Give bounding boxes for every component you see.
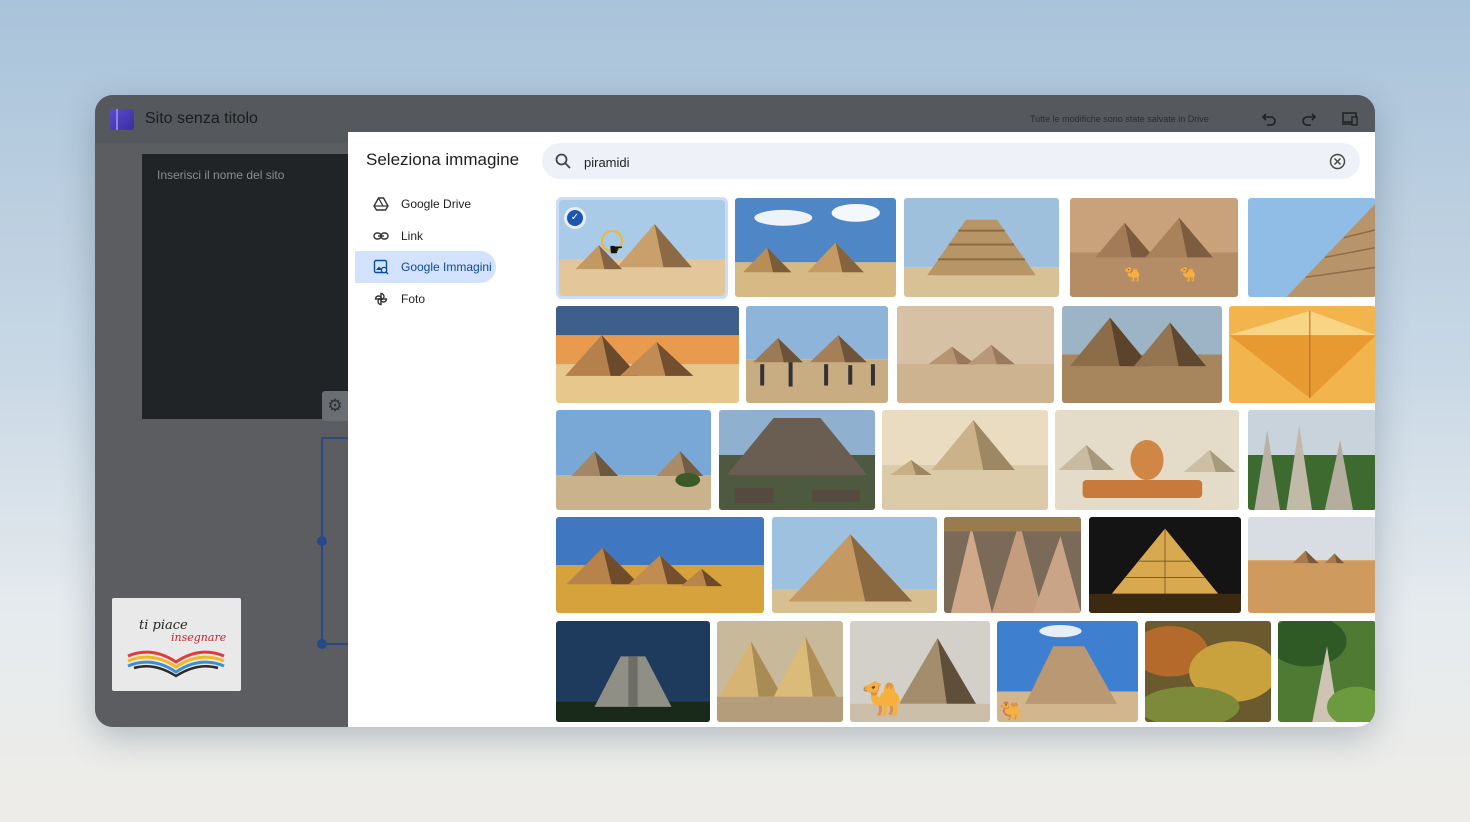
saved-status: Tutte le modifiche sono state salvate in… [1030, 114, 1209, 124]
image-result-rocky[interactable] [1062, 306, 1222, 403]
sites-logo-icon [110, 109, 134, 130]
redo-icon[interactable] [1297, 107, 1321, 131]
link-icon [373, 232, 389, 240]
image-result-closeup[interactable] [1248, 198, 1375, 297]
resize-handle[interactable] [317, 536, 327, 546]
svg-text:🐪: 🐪 [1124, 266, 1141, 282]
image-result-sand2[interactable] [717, 621, 843, 722]
preview-devices-icon[interactable] [1338, 107, 1362, 131]
site-name-placeholder[interactable]: Inserisci il nome del sito [157, 168, 284, 182]
source-label: Google Drive [401, 197, 472, 211]
select-image-dialog: Seleziona immagine Google Drive [348, 132, 1375, 727]
image-result-sepia[interactable]: 🐪 🐪 [1070, 198, 1238, 297]
image-result-autumn[interactable] [1145, 621, 1271, 722]
image-result-tourists[interactable] [746, 306, 888, 403]
image-result-desert[interactable] [556, 517, 764, 613]
image-result-pillars[interactable] [944, 517, 1081, 613]
editor-canvas: Inserisci il nome del sito ⚙ ti piace in… [95, 143, 348, 727]
image-result-pale[interactable] [882, 410, 1048, 510]
image-result-blue[interactable]: 🐫 [997, 621, 1138, 722]
search-input[interactable] [582, 151, 1286, 173]
image-result-green[interactable] [1278, 621, 1375, 722]
image-results-grid: ✓ ☛ 🐪 🐪 🐪 🐫 [556, 195, 1375, 727]
image-result-sphinx[interactable] [1055, 410, 1239, 510]
site-title[interactable]: Sito senza titolo [145, 110, 258, 128]
search-icon [555, 153, 571, 169]
image-result-teo[interactable] [719, 410, 875, 510]
source-photos[interactable]: Foto [355, 283, 495, 315]
image-result-sunset[interactable] [556, 306, 739, 403]
image-result-clouds[interactable] [735, 198, 896, 297]
clear-icon[interactable] [1329, 153, 1346, 170]
source-google-images[interactable]: Google Immagini [355, 251, 496, 283]
source-google-drive[interactable]: Google Drive [355, 188, 495, 220]
image-result-camel[interactable]: 🐪 [850, 621, 990, 722]
image-result-dunes[interactable] [1248, 517, 1375, 613]
pointer-cursor-icon: ☛ [609, 242, 624, 259]
open-book-icon [127, 650, 225, 678]
image-result-mayan[interactable] [556, 621, 710, 722]
site-header-area[interactable]: Inserisci il nome del sito [142, 154, 348, 419]
svg-text:🐪: 🐪 [1179, 266, 1196, 282]
gear-icon[interactable]: ⚙ [322, 391, 348, 421]
undo-icon[interactable] [1257, 107, 1281, 131]
image-result-giza[interactable]: ✓ ☛ [556, 197, 728, 299]
drive-icon [373, 197, 389, 211]
image-result-louvre[interactable] [1089, 517, 1241, 613]
ti-piace-insegnare-logo: ti piace insegnare [112, 598, 241, 691]
dialog-title: Seleziona immagine [366, 150, 520, 169]
image-result-pair[interactable] [556, 410, 711, 510]
image-result-single[interactable] [772, 517, 937, 613]
source-label: Link [401, 229, 424, 243]
selected-check-icon: ✓ [564, 207, 586, 229]
logo-text: insegnare [171, 631, 227, 644]
photos-icon [374, 292, 388, 306]
search-bar[interactable] [542, 143, 1360, 179]
image-result-golden[interactable] [1229, 306, 1375, 403]
svg-text:🐪: 🐪 [861, 680, 903, 718]
source-label: Google Immagini [401, 260, 492, 274]
svg-text:🐫: 🐫 [1000, 701, 1022, 721]
resize-handle[interactable] [317, 639, 327, 649]
source-link[interactable]: Link [355, 220, 495, 252]
sites-editor-window: Sito senza titolo Tutte le modifiche son… [95, 95, 1375, 727]
image-result-forest[interactable] [1248, 410, 1375, 510]
image-search-icon [373, 259, 389, 275]
image-result-step[interactable] [904, 198, 1059, 297]
source-label: Foto [401, 292, 426, 306]
image-result-haze[interactable] [897, 306, 1054, 403]
